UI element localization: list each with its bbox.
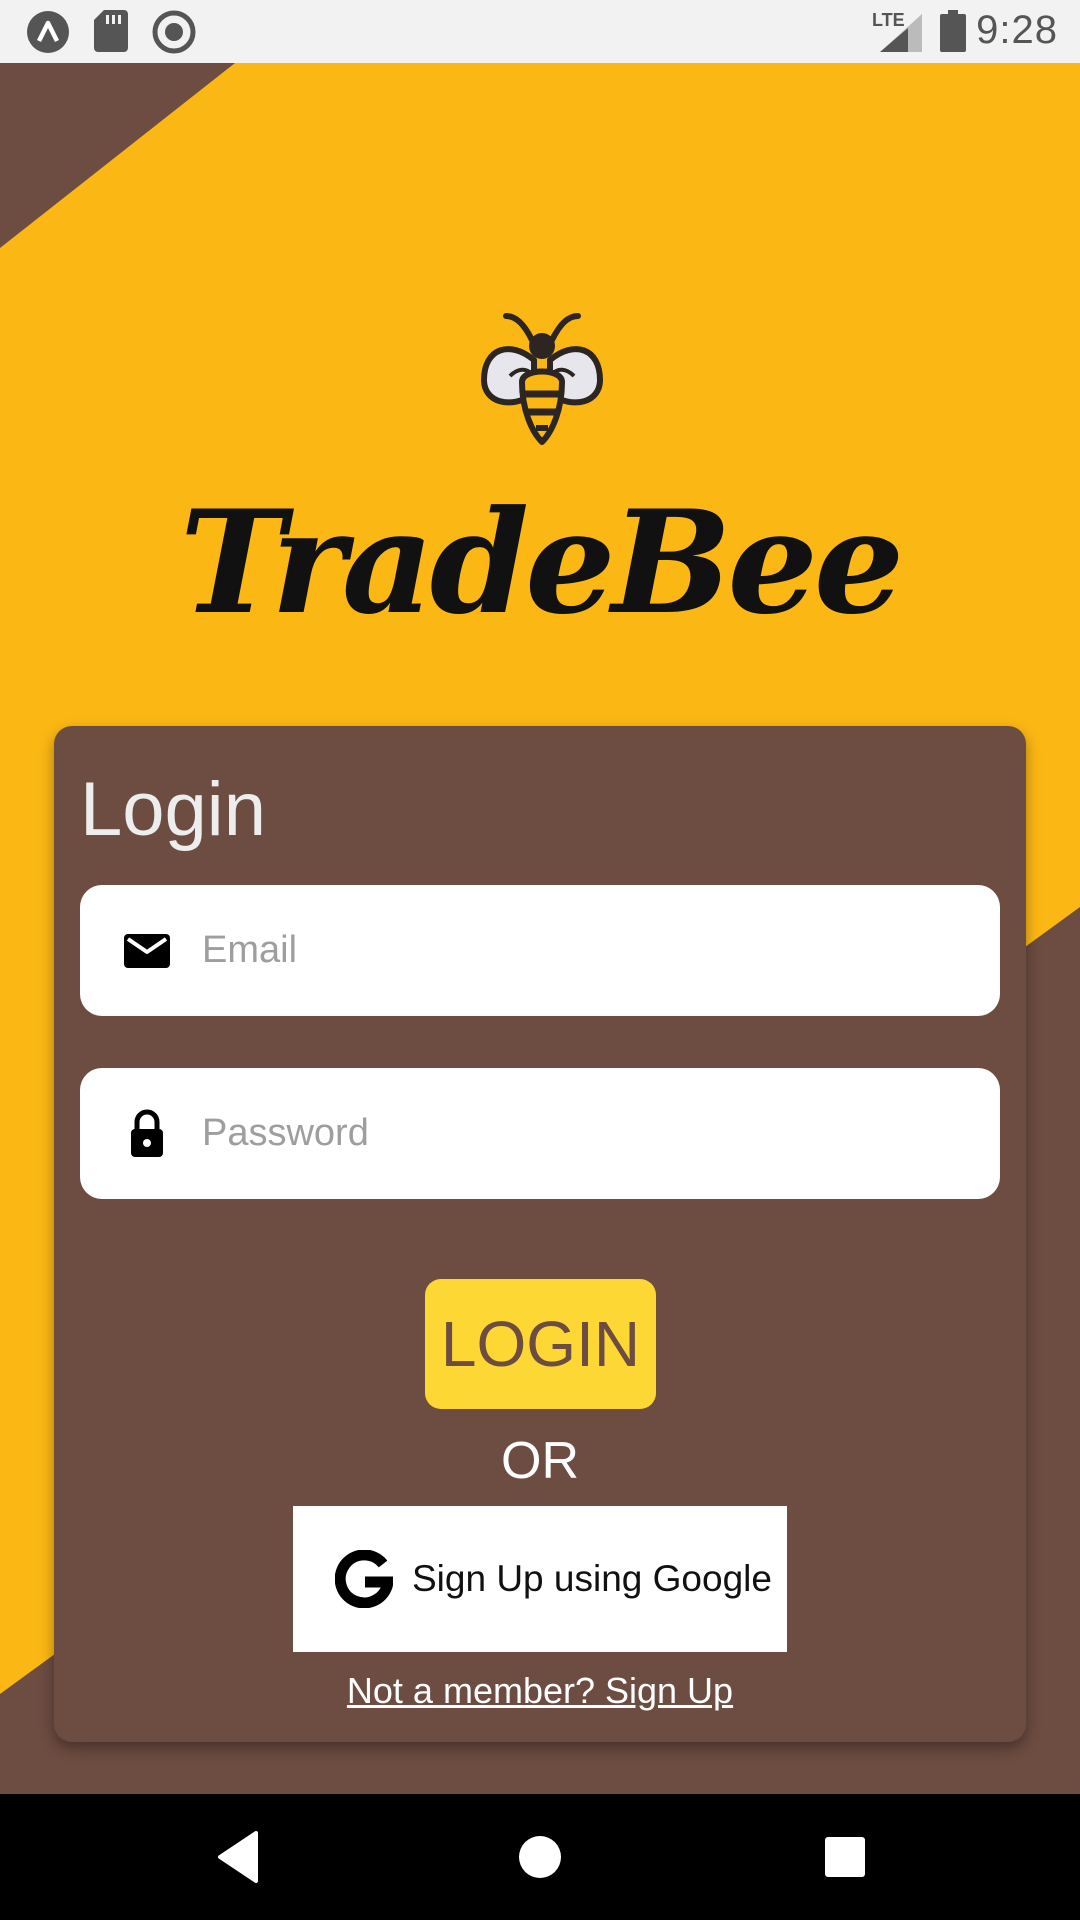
app-title: TradeBee — [179, 480, 905, 646]
signup-link[interactable]: Not a member? Sign Up — [54, 1670, 1026, 1712]
status-bar: LTE 9:28 — [0, 0, 1080, 63]
google-icon — [335, 1550, 393, 1608]
app-notification-icon — [27, 11, 69, 53]
battery-icon — [940, 10, 966, 52]
home-icon[interactable] — [515, 1827, 565, 1887]
navigation-bar — [0, 1794, 1080, 1920]
login-button[interactable]: LOGIN — [425, 1279, 656, 1409]
or-divider-text: OR — [501, 1432, 579, 1490]
password-field[interactable] — [80, 1068, 1000, 1199]
back-icon[interactable] — [212, 1827, 262, 1887]
login-card: Login LOGIN OR Sign Up using Google — [54, 726, 1026, 1742]
sd-card-icon — [94, 10, 128, 52]
login-heading: Login — [80, 767, 266, 852]
email-input[interactable] — [200, 885, 960, 1016]
record-icon — [152, 10, 196, 54]
password-input[interactable] — [200, 1068, 960, 1199]
bee-icon — [481, 313, 603, 445]
recents-icon[interactable] — [820, 1827, 870, 1887]
clock: 9:28 — [976, 8, 1058, 52]
signal-icon — [880, 14, 922, 52]
lock-icon — [131, 1109, 163, 1157]
google-signup-label: Sign Up using Google — [412, 1558, 772, 1599]
mail-icon — [124, 934, 170, 968]
email-field[interactable] — [80, 885, 1000, 1016]
google-signup-button[interactable]: Sign Up using Google — [293, 1506, 787, 1652]
login-screen: LTE 9:28 TradeBee Login Email LOGIN OR S… — [0, 0, 1080, 1920]
